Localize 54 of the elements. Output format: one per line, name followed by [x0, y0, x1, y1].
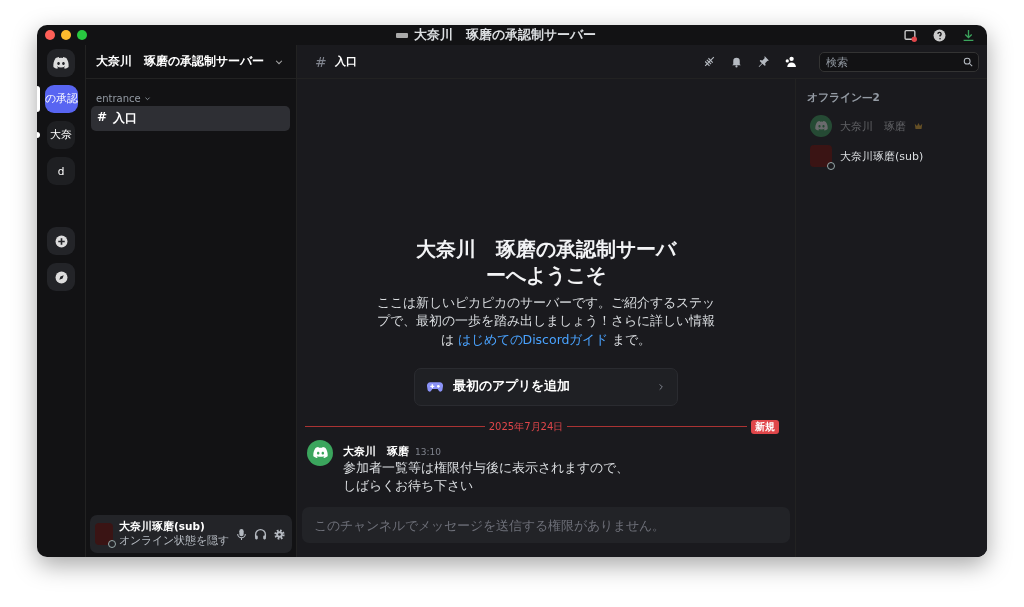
hash-icon: #: [315, 53, 327, 70]
discord-logo-icon: [53, 56, 69, 70]
category-name: entrance: [96, 93, 141, 104]
microphone-icon[interactable]: [235, 527, 248, 541]
user-name: 大奈川琢磨(sub): [119, 520, 206, 534]
search-icon: [963, 56, 973, 67]
inbox-icon[interactable]: [904, 28, 917, 42]
avatar-photo-placeholder: [95, 523, 113, 545]
bell-icon[interactable]: [730, 55, 743, 68]
window-title: 大奈川 琢磨の承認制サーバー: [413, 26, 596, 44]
plus-icon: [54, 234, 68, 248]
channel-category[interactable]: entrance: [96, 93, 296, 104]
message-author: 大奈川 琢磨: [343, 444, 409, 458]
welcome-text: ここは新しいピカピカのサーバーです。ご紹介するステップで、最初の一歩を踏み出しましょう！さらに詳しい情報は はじめてのDiscordガイド まで。: [376, 293, 716, 349]
home-button[interactable]: [47, 49, 75, 77]
app-icon: [395, 32, 408, 38]
server-icon[interactable]: d: [47, 157, 75, 185]
help-icon[interactable]: [933, 28, 946, 42]
channel-title: 入口: [334, 54, 357, 69]
channel-item[interactable]: # 入口: [91, 106, 290, 131]
explore-button[interactable]: [47, 263, 75, 291]
pin-icon[interactable]: [757, 55, 770, 68]
add-server-button[interactable]: [47, 227, 75, 255]
discord-logo-icon: [312, 447, 328, 459]
avatar-photo-placeholder: [810, 145, 832, 167]
threads-icon[interactable]: [703, 55, 716, 68]
gamepad-icon: [427, 380, 443, 393]
close-button[interactable]: [45, 30, 55, 40]
message-time: 13:10: [415, 446, 441, 457]
settings-icon[interactable]: [273, 527, 286, 541]
member-group-heading: オフライン—2: [807, 91, 881, 105]
guide-link[interactable]: はじめてのDiscordガイド: [457, 332, 609, 347]
members-icon[interactable]: [784, 55, 797, 68]
zoom-button[interactable]: [77, 30, 87, 40]
headphones-icon[interactable]: [254, 527, 267, 541]
search-field[interactable]: 検索: [819, 51, 979, 72]
welcome-title: 大奈川 琢磨の承認制サーバーへようこそ: [416, 235, 676, 288]
download-icon[interactable]: [962, 28, 975, 42]
compass-icon: [54, 270, 68, 284]
minimize-button[interactable]: [61, 30, 71, 40]
server-icon[interactable]: の承認: [44, 85, 78, 113]
chevron-right-icon: [657, 382, 665, 391]
message-text: しばらくお待ち下さい: [343, 476, 474, 495]
member-item[interactable]: 大奈川琢磨(sub): [804, 141, 979, 171]
selected-indicator: [37, 86, 40, 112]
date-divider: 2025年7月24日: [488, 419, 564, 434]
add-app-button[interactable]: 最初のアプリを追加: [414, 367, 678, 406]
discord-logo-icon: [814, 121, 828, 131]
server-icon[interactable]: 大奈: [47, 121, 75, 149]
server-name[interactable]: 大奈川 琢磨の承認制サーバー: [96, 53, 264, 70]
message-text: 参加者一覧等は権限付与後に表示されますので、: [343, 458, 629, 477]
chevron-down-icon: [143, 95, 151, 102]
new-badge: 新規: [751, 419, 779, 434]
user-status: オンライン状態を隠す: [119, 534, 229, 548]
